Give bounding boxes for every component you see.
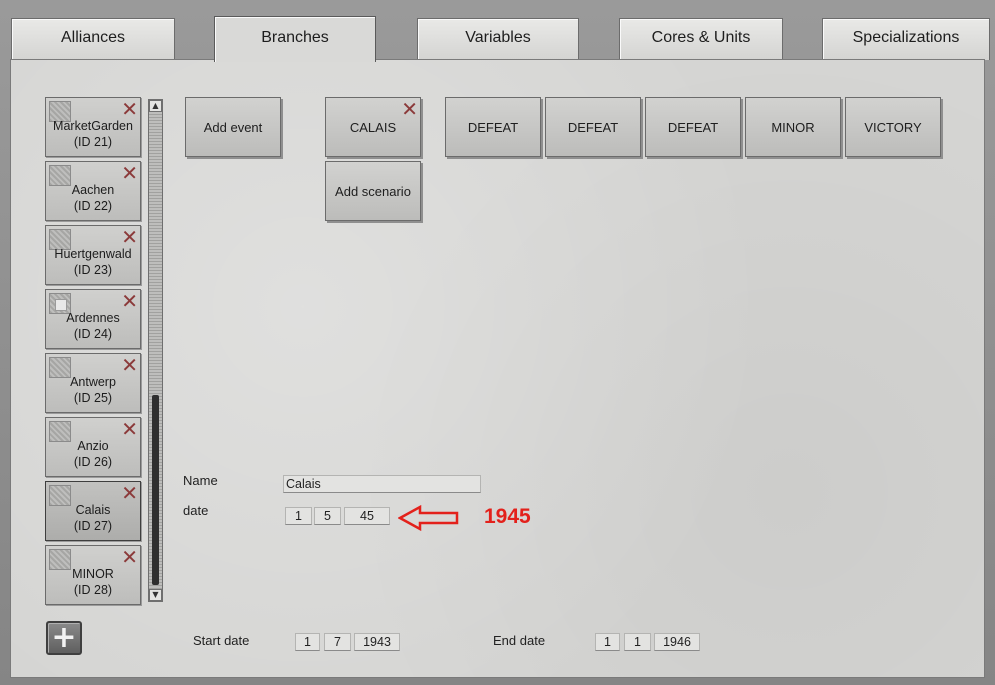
tab-alliances[interactable]: Alliances: [11, 18, 175, 60]
delete-event-icon[interactable]: ✕: [401, 99, 418, 119]
scenario-id: (ID 28): [73, 583, 113, 597]
delete-scenario-icon[interactable]: ✕: [121, 227, 138, 247]
end-date-label: End date: [493, 633, 546, 648]
scenario-scrollbar[interactable]: ▲ ▼: [148, 99, 163, 602]
date-month-input[interactable]: 5: [314, 507, 341, 525]
scroll-up-icon[interactable]: ▲: [149, 100, 162, 112]
scenario-card[interactable]: ✕ Huertgenwald (ID 23): [45, 225, 141, 285]
scroll-down-icon[interactable]: ▼: [149, 589, 162, 601]
delete-scenario-icon[interactable]: ✕: [121, 163, 138, 183]
scenario-id: (ID 22): [73, 199, 113, 213]
start-year-input[interactable]: 1943: [354, 633, 400, 651]
annotation-year: 1945: [484, 505, 531, 528]
scenario-card[interactable]: ✕ MarketGarden (ID 21): [45, 97, 141, 157]
event-button-defeat[interactable]: DEFEAT: [645, 97, 741, 157]
scenario-id: (ID 24): [73, 327, 113, 341]
name-input[interactable]: Calais: [283, 475, 481, 493]
scenario-name: MarketGarden: [53, 119, 133, 133]
scenario-name: Anzio: [77, 439, 109, 453]
start-date-label: Start date: [193, 633, 250, 648]
date-label: date: [183, 503, 209, 518]
end-year-input[interactable]: 1946: [654, 633, 700, 651]
plus-icon: +: [51, 620, 77, 655]
event-button-defeat[interactable]: DEFEAT: [545, 97, 641, 157]
scenario-id: (ID 23): [73, 263, 113, 277]
delete-scenario-icon[interactable]: ✕: [121, 355, 138, 375]
scenario-id: (ID 26): [73, 455, 113, 469]
scenario-name: Huertgenwald: [54, 247, 132, 261]
scenario-id: (ID 25): [73, 391, 113, 405]
tab-cores-units[interactable]: Cores & Units: [619, 18, 783, 60]
tab-variables[interactable]: Variables: [417, 18, 579, 60]
delete-scenario-icon[interactable]: ✕: [121, 99, 138, 119]
scenario-card[interactable]: ✕ MINOR (ID 28): [45, 545, 141, 605]
red-arrow-annotation-icon: [398, 505, 459, 531]
end-day-input[interactable]: 1: [595, 633, 620, 651]
scenario-id: (ID 27): [73, 519, 113, 533]
start-day-input[interactable]: 1: [295, 633, 320, 651]
scenario-name: MINOR: [72, 567, 114, 581]
scenario-card[interactable]: ✕ Ardennes (ID 24): [45, 289, 141, 349]
add-scenario-button[interactable]: Add scenario: [325, 161, 421, 221]
date-year-input[interactable]: 45: [344, 507, 390, 525]
event-label: CALAIS: [349, 119, 397, 135]
scenario-name: Ardennes: [66, 311, 120, 325]
event-button-minor[interactable]: MINOR: [745, 97, 841, 157]
scenario-card-selected[interactable]: ✕ Calais (ID 27): [45, 481, 141, 541]
delete-scenario-icon[interactable]: ✕: [121, 291, 138, 311]
scenario-name: Aachen: [71, 183, 115, 197]
scenario-name: Calais: [75, 503, 111, 517]
start-month-input[interactable]: 7: [324, 633, 351, 651]
event-button-defeat[interactable]: DEFEAT: [445, 97, 541, 157]
scenario-card[interactable]: ✕ Antwerp (ID 25): [45, 353, 141, 413]
date-day-input[interactable]: 1: [285, 507, 312, 525]
delete-scenario-icon[interactable]: ✕: [121, 483, 138, 503]
name-label: Name: [183, 473, 218, 488]
scenario-card[interactable]: ✕ Aachen (ID 22): [45, 161, 141, 221]
delete-scenario-icon[interactable]: ✕: [121, 547, 138, 567]
tab-branches[interactable]: Branches: [214, 16, 376, 62]
scrollbar-thumb[interactable]: [152, 395, 159, 585]
add-event-button[interactable]: Add event: [185, 97, 281, 157]
event-button-victory[interactable]: VICTORY: [845, 97, 941, 157]
end-month-input[interactable]: 1: [624, 633, 651, 651]
event-button-calais[interactable]: CALAIS ✕: [325, 97, 421, 157]
scenario-name: Antwerp: [70, 375, 116, 389]
tab-specializations[interactable]: Specializations: [822, 18, 990, 60]
add-scenario-plus-button[interactable]: +: [46, 621, 82, 655]
scenario-card[interactable]: ✕ Anzio (ID 26): [45, 417, 141, 477]
tab-bar: Alliances Branches Variables Cores & Uni…: [0, 0, 995, 62]
delete-scenario-icon[interactable]: ✕: [121, 419, 138, 439]
scenario-id: (ID 21): [73, 135, 113, 149]
